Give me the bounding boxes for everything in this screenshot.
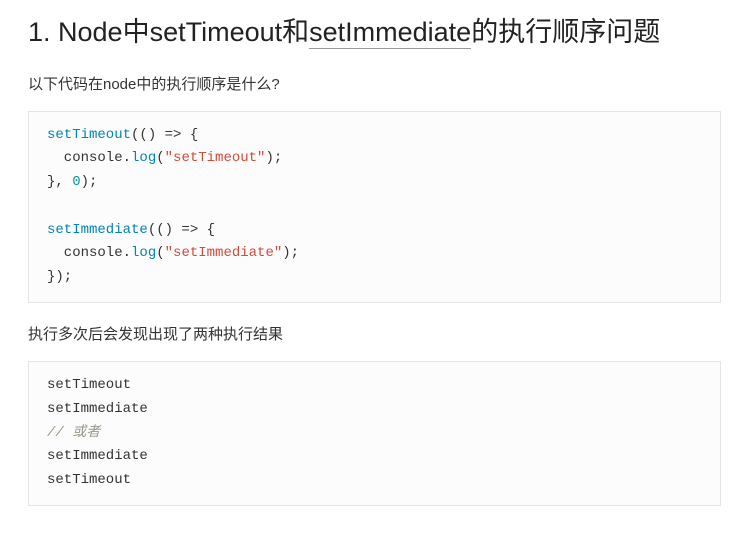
code-token: setImmediate <box>47 222 148 238</box>
code-token: setTimeout <box>47 127 131 143</box>
heading-underlined: setImmediate <box>309 17 471 49</box>
code-token: (() => { <box>148 222 215 238</box>
code-token: setImmediate <box>47 401 148 417</box>
code-token: "setImmediate" <box>165 245 283 261</box>
code-block-1: setTimeout(() => { console.log("setTimeo… <box>28 111 721 304</box>
code-token: console. <box>47 245 131 261</box>
code-token: console. <box>47 150 131 166</box>
code-token: log <box>131 150 156 166</box>
code-token: setImmediate <box>47 448 148 464</box>
article-heading: 1. Node中setTimeout和setImmediate的执行顺序问题 <box>28 12 721 53</box>
paragraph-intro: 以下代码在node中的执行顺序是什么? <box>28 73 721 97</box>
heading-prefix: 1. Node中setTimeout和 <box>28 17 309 47</box>
code-token: }); <box>47 269 72 285</box>
code-token: 0 <box>72 174 80 190</box>
code-token: }, <box>47 174 72 190</box>
paragraph-result: 执行多次后会发现出现了两种执行结果 <box>28 323 721 347</box>
code-token: setTimeout <box>47 377 131 393</box>
code-token: ); <box>265 150 282 166</box>
code-token: ); <box>81 174 98 190</box>
code-token: ); <box>282 245 299 261</box>
heading-suffix: 的执行顺序问题 <box>471 17 660 47</box>
code-token: ( <box>156 245 164 261</box>
code-block-2: setTimeout setImmediate // 或者 setImmedia… <box>28 361 721 506</box>
code-token: setTimeout <box>47 472 131 488</box>
code-comment: // 或者 <box>47 425 100 441</box>
code-token: ( <box>156 150 164 166</box>
code-token: "setTimeout" <box>165 150 266 166</box>
code-token: (() => { <box>131 127 198 143</box>
code-token: log <box>131 245 156 261</box>
